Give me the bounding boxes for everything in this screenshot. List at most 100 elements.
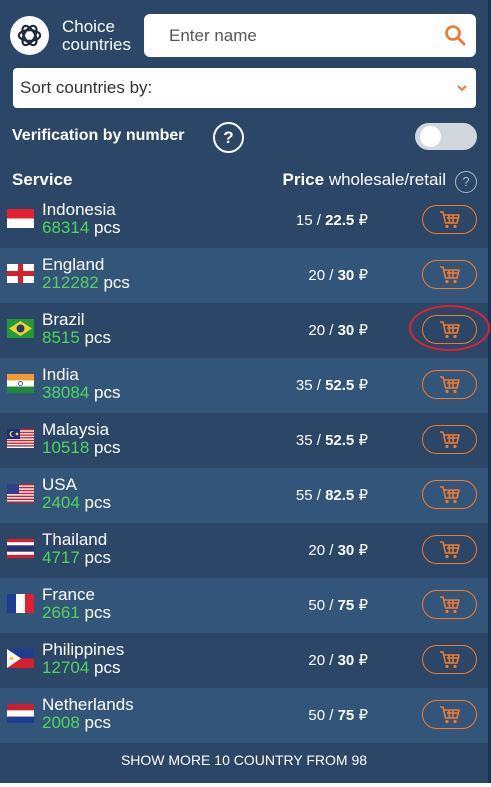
openai-logo-icon	[10, 16, 49, 55]
price-separator: /	[325, 652, 338, 669]
country-count: 12704 pcs	[42, 659, 120, 677]
price: 15 / 22.5 ₽	[296, 211, 368, 229]
price-retail: 30	[337, 542, 355, 559]
country-name: USA	[42, 475, 77, 494]
country-row-indonesia: Indonesia 68314 pcs 15 / 22.5 ₽	[0, 193, 488, 248]
country-row-france: France 2661 pcs 50 / 75 ₽	[0, 578, 488, 633]
cart-icon	[439, 595, 461, 615]
thailand-flag-icon	[7, 539, 34, 558]
price-header-rest: wholesale/retail	[324, 170, 446, 189]
netherlands-flag-icon	[7, 704, 34, 723]
country-count: 8515 pcs	[42, 329, 111, 347]
count-number: 68314	[42, 218, 90, 237]
show-more-button[interactable]: SHOW MORE 10 COUNTRY FROM 98	[0, 743, 488, 779]
cart-icon	[439, 375, 461, 395]
country-name: Indonesia	[42, 200, 116, 219]
buy-cart-button[interactable]	[422, 205, 477, 234]
country-count: 2661 pcs	[42, 604, 111, 622]
count-number: 2661	[42, 603, 80, 622]
currency-symbol: ₽	[358, 377, 368, 394]
price: 20 / 30 ₽	[308, 541, 368, 559]
france-flag-icon	[7, 594, 34, 613]
verification-help-icon[interactable]: ?	[213, 122, 244, 153]
buy-cart-button[interactable]	[422, 480, 477, 509]
country-row-england: England 212282 pcs 20 / 30 ₽	[0, 248, 488, 303]
country-name: France	[42, 585, 95, 604]
country-list: Indonesia 68314 pcs 15 / 22.5 ₽ England 2122…	[0, 193, 490, 743]
price-separator: /	[325, 707, 338, 724]
service-header: Service	[12, 170, 73, 189]
price-help-icon[interactable]: ?	[455, 171, 477, 193]
price: 50 / 75 ₽	[308, 706, 368, 724]
price-retail: 75	[337, 707, 355, 724]
cart-icon	[439, 265, 461, 285]
price-wholesale: 20	[308, 322, 326, 339]
sort-select[interactable]: Sort countries by:	[13, 68, 476, 108]
buy-cart-button[interactable]	[422, 645, 477, 674]
country-count: 2008 pcs	[42, 714, 111, 732]
count-number: 2008	[42, 713, 80, 732]
price-retail: 75	[337, 597, 355, 614]
price-wholesale: 35	[295, 377, 313, 394]
currency-symbol: ₽	[358, 212, 368, 229]
malaysia-flag-icon	[7, 429, 34, 448]
price-retail: 82.5	[325, 487, 355, 504]
buy-cart-button[interactable]	[422, 535, 477, 564]
count-unit: pcs	[79, 328, 112, 347]
price-retail: 30	[337, 267, 355, 284]
buy-cart-button[interactable]	[422, 260, 477, 289]
country-count: 212282 pcs	[42, 274, 130, 292]
buy-cart-button[interactable]	[422, 315, 477, 344]
search-icon[interactable]	[444, 24, 466, 46]
verification-toggle[interactable]	[415, 123, 477, 150]
country-count: 68314 pcs	[42, 219, 120, 237]
brand-line-1: Choice	[62, 17, 115, 36]
buy-cart-button[interactable]	[422, 700, 477, 729]
price-separator: /	[312, 377, 326, 394]
verification-row: Verification by number ?	[12, 122, 482, 154]
count-number: 4717	[42, 548, 80, 567]
brand-line-2: countries	[62, 35, 131, 54]
price: 55 / 82.5 ₽	[296, 486, 368, 504]
countries-panel: Choice countries Sort countries by: Veri…	[0, 0, 491, 783]
cart-icon	[439, 210, 461, 230]
price: 35 / 52.5 ₽	[296, 431, 368, 449]
search-input[interactable]	[144, 14, 424, 57]
brazil-flag-icon	[7, 319, 34, 338]
price-header: Price wholesale/retail	[283, 170, 447, 190]
cart-icon	[439, 540, 461, 560]
country-row-philippines: Philippines 12704 pcs 20 / 30 ₽	[0, 633, 488, 688]
price-retail: 30	[337, 322, 355, 339]
price-wholesale: 50	[308, 707, 326, 724]
price-retail: 52.5	[325, 377, 355, 394]
count-unit: pcs	[98, 273, 130, 292]
price: 20 / 30 ₽	[308, 651, 368, 669]
price: 50 / 75 ₽	[308, 596, 368, 614]
count-unit: pcs	[89, 218, 121, 237]
count-number: 38084	[42, 383, 90, 402]
buy-cart-button[interactable]	[422, 590, 477, 619]
country-row-brazil: Brazil 8515 pcs 20 / 30 ₽	[0, 303, 490, 358]
sort-label: Sort countries by:	[20, 78, 153, 97]
price: 20 / 30 ₽	[308, 321, 368, 339]
count-number: 8515	[42, 328, 80, 347]
country-row-thailand: Thailand 4717 pcs 20 / 30 ₽	[0, 523, 488, 578]
england-flag-icon	[7, 264, 34, 283]
country-row-usa: USA 2404 pcs 55 / 82.5 ₽	[0, 468, 488, 523]
price-wholesale: 20	[308, 652, 326, 669]
count-unit: pcs	[89, 383, 121, 402]
buy-cart-button[interactable]	[422, 425, 477, 454]
country-count: 2404 pcs	[42, 494, 111, 512]
price-separator: /	[312, 212, 326, 229]
count-unit: pcs	[89, 658, 121, 677]
price-wholesale: 20	[308, 542, 326, 559]
count-number: 212282	[42, 273, 99, 292]
table-header: Service Price wholesale/retail ?	[0, 165, 488, 195]
price-separator: /	[325, 597, 338, 614]
price-retail: 52.5	[325, 432, 355, 449]
price-separator: /	[325, 322, 338, 339]
currency-symbol: ₽	[358, 597, 368, 614]
indonesia-flag-icon	[7, 209, 34, 228]
price: 20 / 30 ₽	[308, 266, 368, 284]
buy-cart-button[interactable]	[422, 370, 477, 399]
